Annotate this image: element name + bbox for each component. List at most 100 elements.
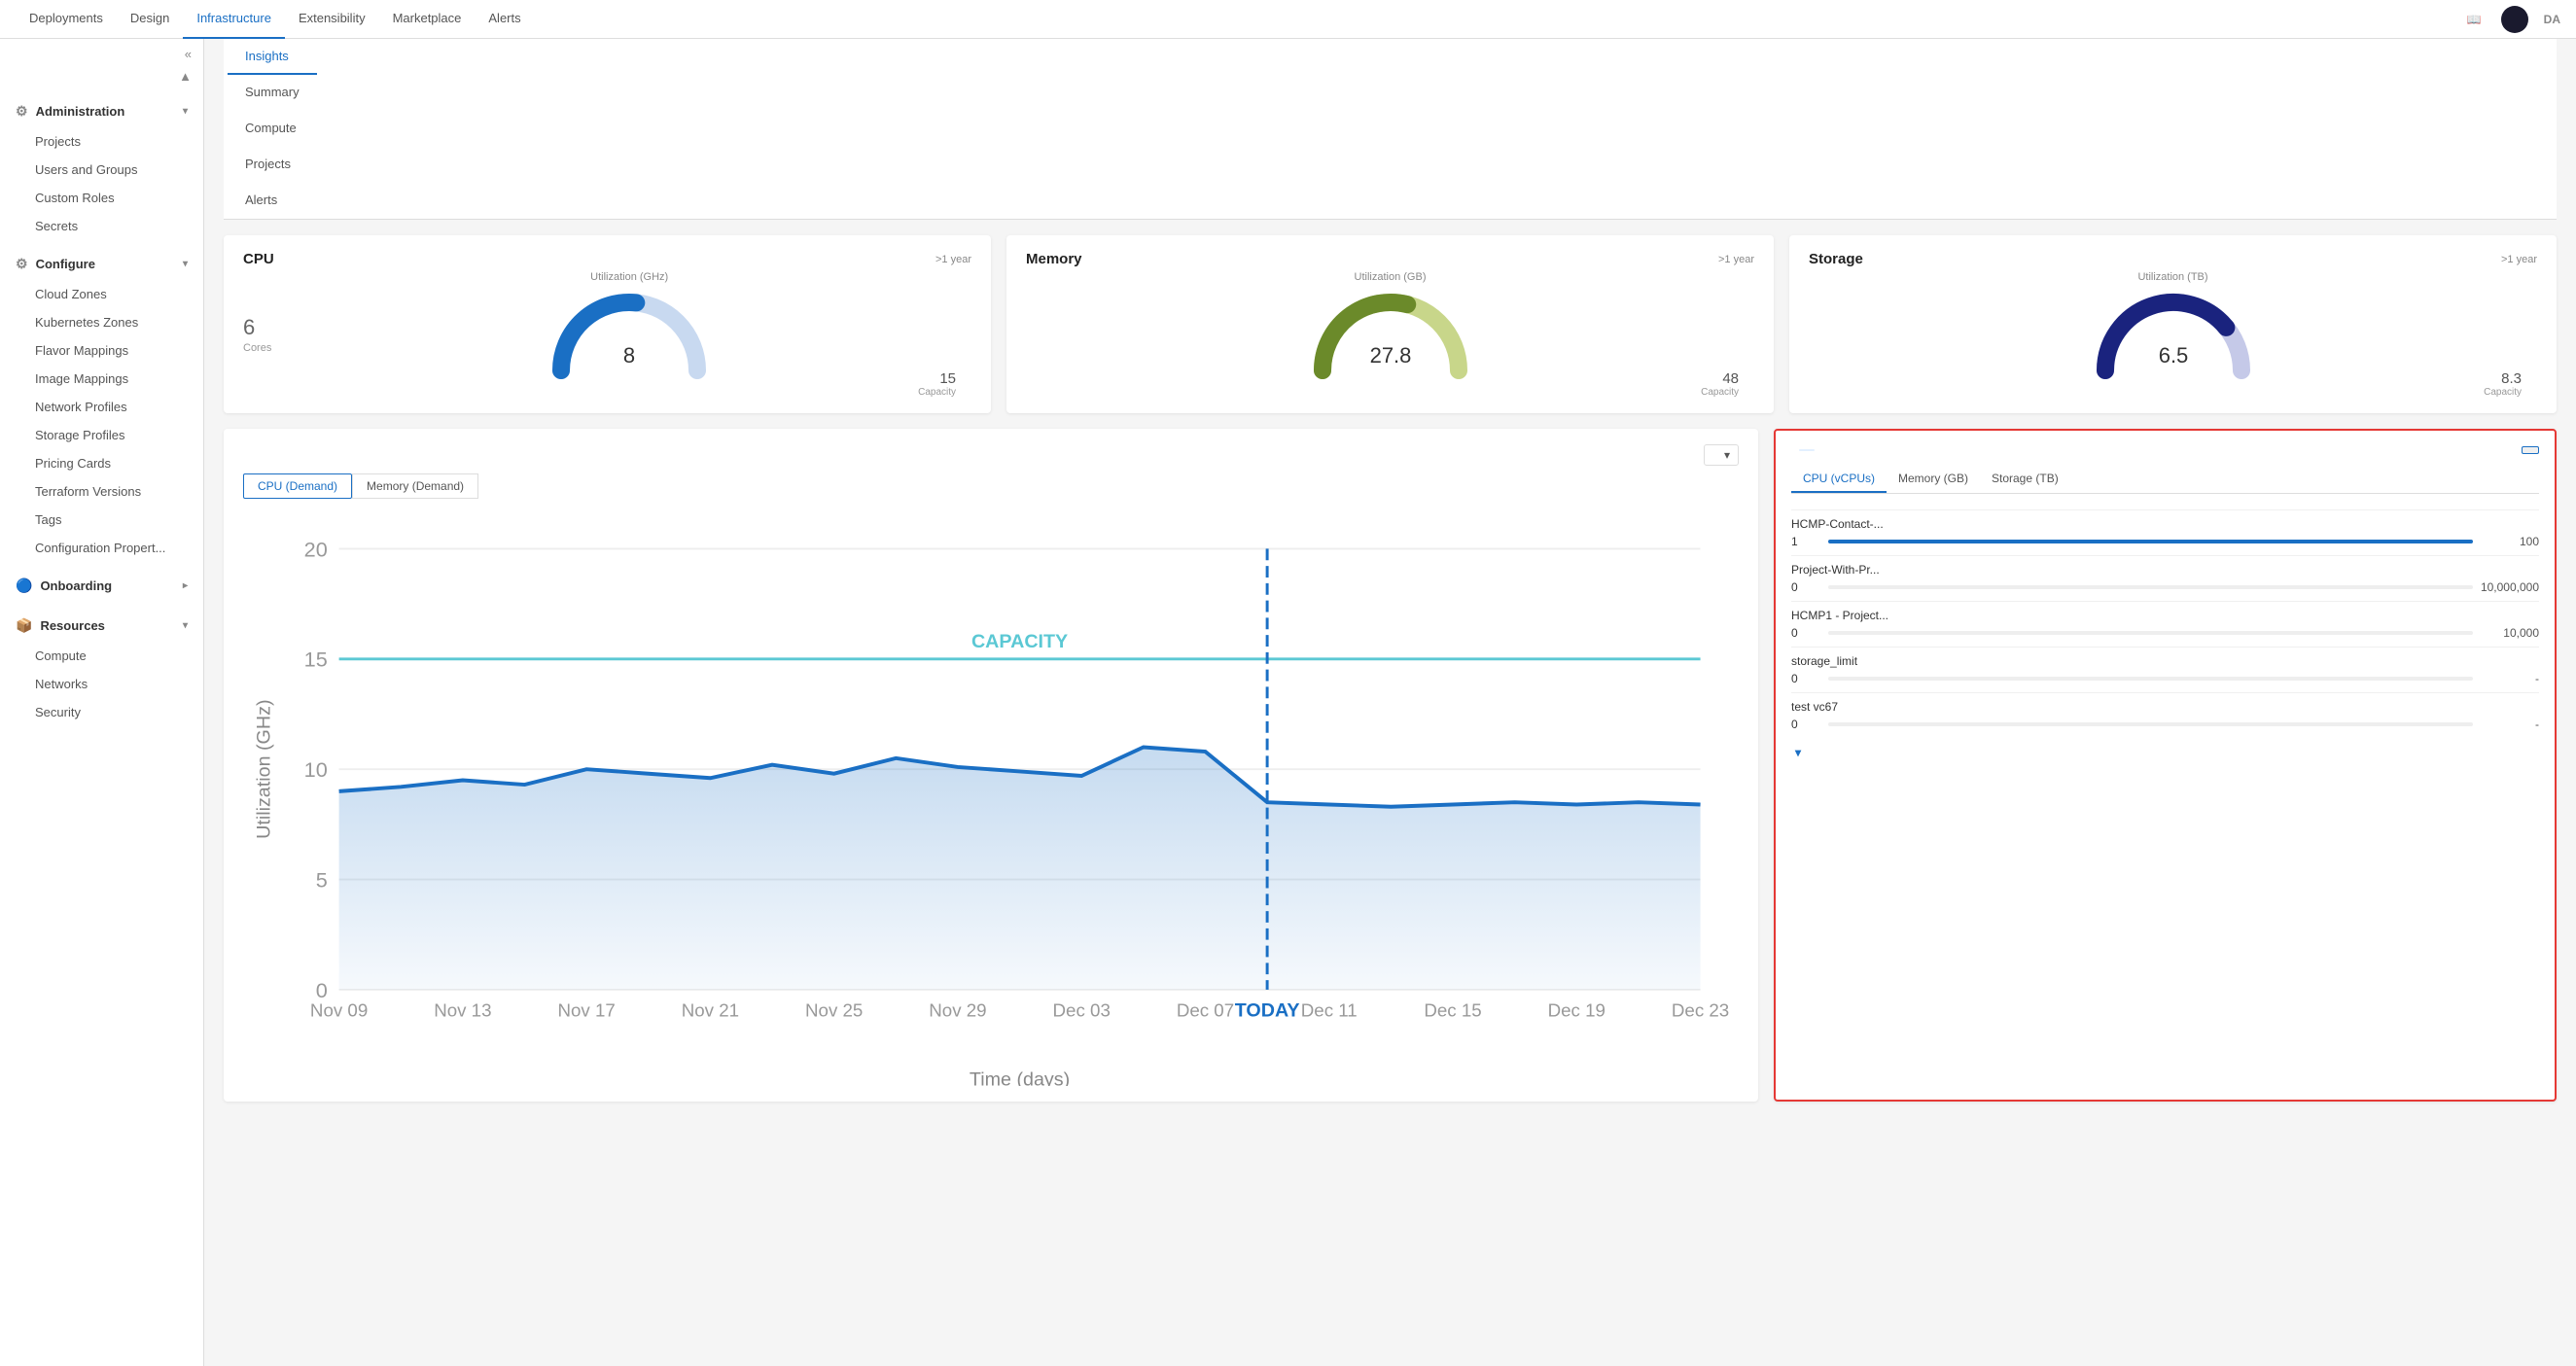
- dark-mode-button[interactable]: [2501, 6, 2528, 33]
- svg-text:CAPACITY: CAPACITY: [971, 631, 1068, 652]
- sidebar-item-flavor-mappings[interactable]: Flavor Mappings: [0, 336, 203, 365]
- metric-period: >1 year: [1718, 254, 1754, 265]
- proj-tab-storage--tb-[interactable]: Storage (TB): [1980, 466, 2070, 493]
- metric-label: Cores: [243, 342, 271, 354]
- svg-text:Nov 29: Nov 29: [929, 1000, 986, 1021]
- svg-text:Nov 13: Nov 13: [434, 1000, 491, 1021]
- section-label: Resources: [40, 618, 104, 633]
- capacity-value: 48: [1701, 370, 1739, 387]
- chevron-icon: ▾: [183, 259, 188, 269]
- sidebar-item-tags[interactable]: Tags: [0, 506, 203, 534]
- sub-tab-projects[interactable]: Projects: [228, 147, 317, 183]
- limit-value: -: [2481, 718, 2539, 731]
- capacity-label: Capacity: [2484, 387, 2522, 398]
- svg-text:Nov 21: Nov 21: [682, 1000, 739, 1021]
- sidebar-item-configuration-propert...[interactable]: Configuration Propert...: [0, 534, 203, 562]
- utilization-label: Utilization (TB): [1809, 271, 2537, 283]
- chart-tabs: CPU (Demand)Memory (Demand): [243, 473, 1739, 499]
- sidebar-item-compute[interactable]: Compute: [0, 642, 203, 670]
- nav-item-extensibility[interactable]: Extensibility: [285, 0, 379, 39]
- nav-item-deployments[interactable]: Deployments: [16, 0, 117, 39]
- sidebar-section-header-resources[interactable]: 📦 Resources ▾: [0, 610, 203, 642]
- allocation-value: 0: [1791, 718, 1820, 731]
- sidebar-item-custom-roles[interactable]: Custom Roles: [0, 184, 203, 212]
- allocation-bar-bg: [1828, 585, 2473, 589]
- sidebar-item-secrets[interactable]: Secrets: [0, 212, 203, 240]
- svg-text:10: 10: [304, 757, 328, 782]
- svg-text:Nov 17: Nov 17: [557, 1000, 615, 1021]
- duration-select[interactable]: ▾: [1704, 444, 1739, 466]
- project-row: test vc67 0 -: [1791, 692, 2539, 738]
- project-row: HCMP1 - Project... 0 10,000: [1791, 601, 2539, 647]
- show-all-btn[interactable]: ▾: [1791, 746, 2539, 759]
- svg-text:5: 5: [316, 867, 328, 892]
- sidebar-section-header-administration[interactable]: ⚙ Administration ▾: [0, 95, 203, 127]
- proj-tab-cpu--vcpus-[interactable]: CPU (vCPUs): [1791, 466, 1887, 493]
- capacity-chart-card: ▾ CPU (Demand)Memory (Demand) 05101520 C…: [224, 429, 1758, 1102]
- metric-title: Memory: [1026, 251, 1082, 267]
- project-row: HCMP-Contact-... 1 100: [1791, 509, 2539, 555]
- metric-card-storage: Storage >1 year Utilization (TB) 6.5 8.3…: [1789, 235, 2557, 413]
- sidebar-item-cloud-zones[interactable]: Cloud Zones: [0, 280, 203, 308]
- section-label: Administration: [36, 104, 125, 119]
- allocation-bar-bg: [1828, 677, 2473, 681]
- top-nav: DeploymentsDesignInfrastructureExtensibi…: [0, 0, 2576, 39]
- sidebar-item-network-profiles[interactable]: Network Profiles: [0, 393, 203, 421]
- project-name: storage_limit: [1791, 654, 2539, 668]
- limit-value: 10,000: [2481, 626, 2539, 640]
- svg-text:Time (days): Time (days): [970, 1069, 1070, 1086]
- section-icon: ⚙: [16, 103, 28, 120]
- svg-text:Nov 09: Nov 09: [310, 1000, 368, 1021]
- sidebar-item-kubernetes-zones[interactable]: Kubernetes Zones: [0, 308, 203, 336]
- metric-card-memory: Memory >1 year Utilization (GB) 27.8 48 …: [1006, 235, 1774, 413]
- section-icon: 📦: [16, 617, 32, 634]
- project-name: HCMP1 - Project...: [1791, 609, 2539, 622]
- limit-value: 10,000,000: [2481, 580, 2539, 594]
- chart-tab-memory--demand-[interactable]: Memory (Demand): [352, 473, 478, 499]
- chart-tab-cpu--demand-[interactable]: CPU (Demand): [243, 473, 352, 499]
- sub-tab-compute[interactable]: Compute: [228, 111, 317, 147]
- project-row: Project-With-Pr... 0 10,000,000: [1791, 555, 2539, 601]
- section-label: Configure: [36, 257, 95, 271]
- sidebar-section-header-onboarding[interactable]: 🔵 Onboarding ▸: [0, 570, 203, 602]
- sidebar-item-terraform-versions[interactable]: Terraform Versions: [0, 477, 203, 506]
- project-name: Project-With-Pr...: [1791, 563, 2539, 577]
- collapse-icon: «: [185, 47, 192, 61]
- svg-text:Utilization (GHz): Utilization (GHz): [254, 699, 275, 838]
- sidebar-item-pricing-cards[interactable]: Pricing Cards: [0, 449, 203, 477]
- bottom-row: ▾ CPU (Demand)Memory (Demand) 05101520 C…: [224, 429, 2557, 1102]
- svg-text:0: 0: [316, 978, 328, 1002]
- sidebar-section-configure: ⚙ Configure ▾Cloud ZonesKubernetes Zones…: [0, 244, 203, 566]
- svg-text:TODAY: TODAY: [1235, 1000, 1300, 1022]
- guided-setup-btn[interactable]: 📖: [2467, 13, 2486, 26]
- contact-owners-button[interactable]: [2522, 446, 2539, 454]
- metrics-row: CPU >1 year 6 Cores Utilization (GHz) 8 …: [224, 235, 2557, 413]
- sidebar-item-users-and-groups[interactable]: Users and Groups: [0, 156, 203, 184]
- nav-item-infrastructure[interactable]: Infrastructure: [183, 0, 285, 39]
- capacity-label: Capacity: [1701, 387, 1739, 398]
- nav-item-design[interactable]: Design: [117, 0, 183, 39]
- sidebar-item-security[interactable]: Security: [0, 698, 203, 726]
- chevron-icon: ▸: [183, 580, 188, 591]
- chevron-down-icon: ▾: [1795, 746, 1801, 759]
- sidebar-item-image-mappings[interactable]: Image Mappings: [0, 365, 203, 393]
- sidebar-item-storage-profiles[interactable]: Storage Profiles: [0, 421, 203, 449]
- metric-value: 6: [243, 315, 271, 340]
- utilization-label: Utilization (GB): [1026, 271, 1754, 283]
- proj-tab-memory--gb-[interactable]: Memory (GB): [1887, 466, 1980, 493]
- sidebar-item-projects[interactable]: Projects: [0, 127, 203, 156]
- section-icon: 🔵: [16, 578, 32, 594]
- allocation-value: 0: [1791, 626, 1820, 640]
- nav-item-alerts[interactable]: Alerts: [475, 0, 534, 39]
- user-initials: DA: [2544, 13, 2560, 26]
- sidebar-item-networks[interactable]: Networks: [0, 670, 203, 698]
- sub-tab-summary[interactable]: Summary: [228, 75, 317, 111]
- sub-tab-insights[interactable]: Insights: [228, 39, 317, 75]
- scroll-up-icon[interactable]: ▲: [179, 69, 192, 84]
- sidebar-collapse-btn[interactable]: «: [0, 39, 203, 69]
- sidebar-section-header-configure[interactable]: ⚙ Configure ▾: [0, 248, 203, 280]
- allocation-bar-fill: [1828, 540, 2473, 543]
- sub-tab-alerts[interactable]: Alerts: [228, 183, 317, 219]
- nav-item-marketplace[interactable]: Marketplace: [379, 0, 476, 39]
- sidebar-section-onboarding: 🔵 Onboarding ▸: [0, 566, 203, 606]
